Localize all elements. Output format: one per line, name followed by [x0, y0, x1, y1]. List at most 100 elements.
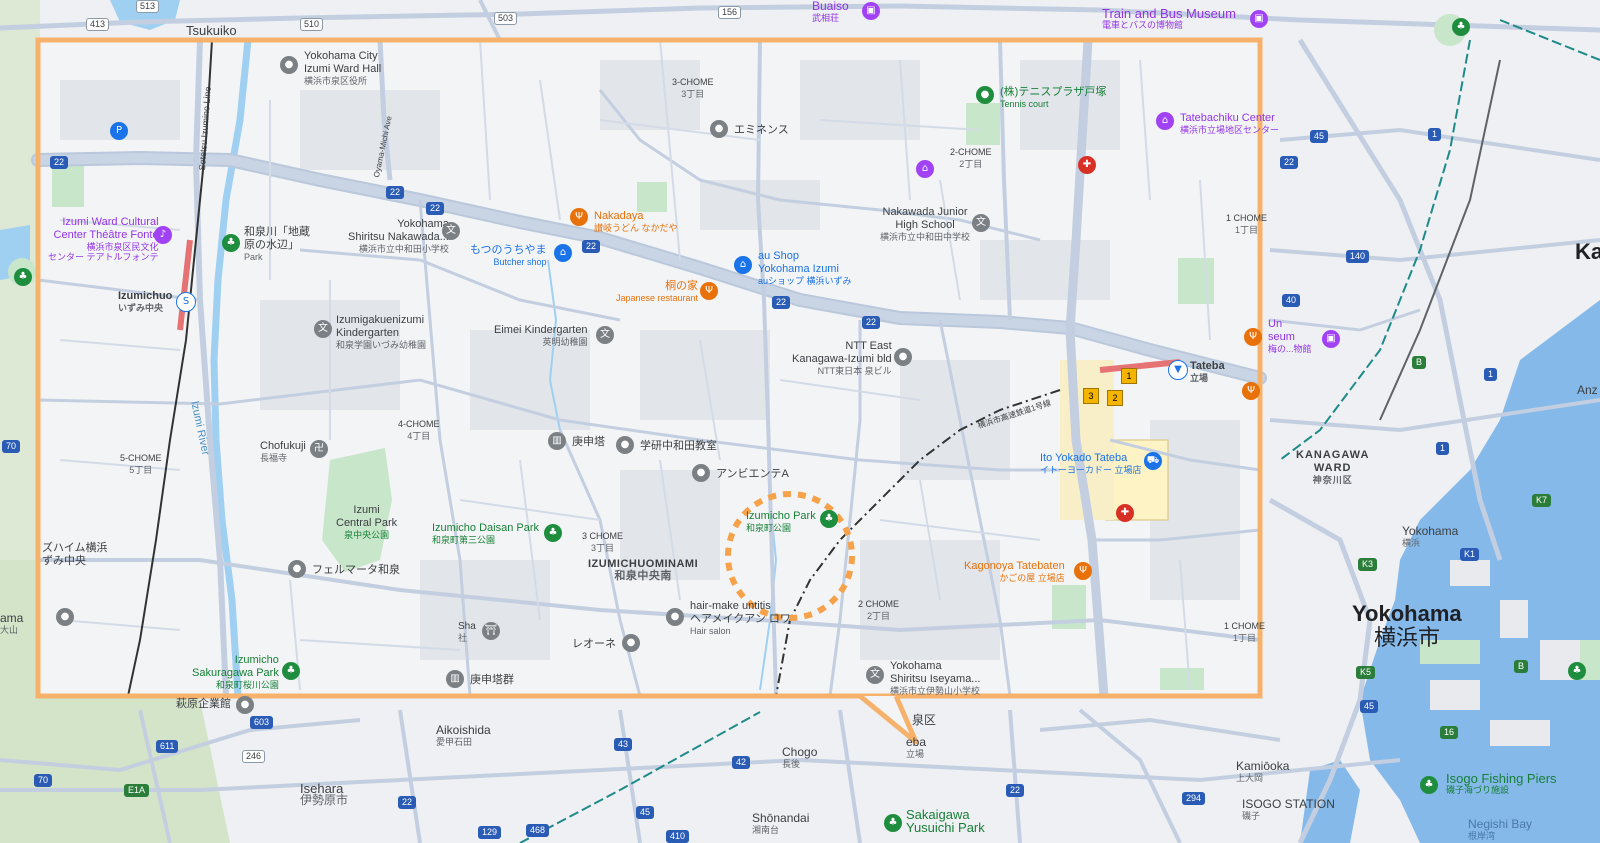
goshome-5-en: 5-CHOME	[120, 453, 162, 463]
kindergarten-icon[interactable]: 文	[314, 320, 332, 338]
izumigawa-en2: 原の水辺」	[244, 239, 299, 251]
ama-pin-icon[interactable]: ●	[56, 608, 74, 626]
chogo-jp: 長後	[782, 759, 801, 769]
temple-icon[interactable]: 卍	[310, 440, 328, 458]
un-museum-en2: seum	[1268, 331, 1295, 343]
route-shield: 603	[250, 716, 274, 729]
sancho-3-jp: 3丁目	[681, 89, 705, 99]
route-shield: 40	[1282, 294, 1301, 307]
koshinto-label: 庚申塔	[572, 436, 605, 448]
izumichuo-station-label: Izumichuo いずみ中央	[118, 290, 172, 313]
ntt-en2: Kanagawa-Izumi bld	[792, 353, 892, 365]
restaurant-right-icon[interactable]: Ψ	[1244, 328, 1262, 346]
isogo-station-label: ISOGO STATION 磯子	[1242, 798, 1335, 822]
station-exit-3[interactable]: 3	[1083, 388, 1099, 404]
park-right-icon[interactable]: ♣	[1568, 662, 1586, 680]
izumigawa-park-icon[interactable]: ♣	[222, 234, 240, 252]
route-shield: 45	[636, 806, 655, 819]
nakawada-school-en: Yokohama	[397, 218, 449, 230]
butcher-shop-icon[interactable]: ⌂	[554, 244, 572, 262]
route-shield: 503	[494, 12, 518, 25]
kikuhara-pin-icon[interactable]: ●	[236, 696, 254, 714]
info-left-icon[interactable]: P	[110, 122, 128, 140]
tateba-station-icon[interactable]: ▼	[1168, 360, 1188, 380]
hair-make-en: hair-make untitis	[690, 600, 771, 612]
ntt-pin-icon[interactable]: ●	[894, 348, 912, 366]
sakuragawa-en2: Sakuragawa Park	[192, 667, 279, 679]
park-left-outer-icon[interactable]: ♣	[14, 268, 32, 286]
nakadaya-icon[interactable]: Ψ	[570, 208, 588, 226]
izumigawa-en: 和泉川「地蔵	[244, 226, 310, 238]
nichome-2-bottom-jp: 2丁目	[867, 611, 891, 621]
park-top-right-icon[interactable]: ♣	[1452, 18, 1470, 36]
au-shop-icon[interactable]: ⌂	[734, 256, 752, 274]
eminence-pin-icon[interactable]: ●	[710, 120, 728, 138]
izumicho-park-en: Izumicho Park	[746, 510, 816, 522]
gakken-pin-icon[interactable]: ●	[616, 436, 634, 454]
sakaigawa-park-icon[interactable]: ♣	[884, 814, 902, 832]
eimei-label: Eimei Kindergarten 英明幼稚園	[494, 324, 588, 347]
tennis-court-icon[interactable]: ●	[976, 86, 994, 104]
koshintogun-icon[interactable]: ▥	[446, 670, 464, 688]
hospital-icon[interactable]: ✚	[1078, 156, 1096, 174]
sakaigawa-label: Sakaigawa Yusuichi Park	[906, 808, 985, 834]
eimei-jp: 英明幼稚園	[542, 337, 588, 347]
buaiso-jp: 武相荘	[812, 13, 840, 23]
eimei-icon[interactable]: 文	[596, 326, 614, 344]
station-exit-2[interactable]: 2	[1107, 390, 1123, 406]
tennis-jp: Tennis court	[1000, 99, 1049, 109]
leone-pin-icon[interactable]: ●	[622, 634, 640, 652]
tatebachiku-icon[interactable]: ⌂	[1156, 112, 1174, 130]
route-shield: 129	[478, 826, 502, 839]
train-museum-label: Train and Bus Museum 電車とバスの博物館	[1102, 7, 1236, 30]
route-shield: 42	[732, 756, 751, 769]
sakuragawa-en: Izumicho	[234, 654, 279, 666]
kirinoya-jp: Japanese restaurant	[616, 293, 699, 303]
buaiso-museum-icon[interactable]: ▣	[862, 2, 880, 20]
buaiso-label: Buaiso 武相荘	[812, 0, 849, 23]
goshome-5-jp: 5丁目	[129, 465, 153, 475]
nakawada-jh-en: Nakawada Junior	[882, 206, 968, 218]
isogo-fishing-icon[interactable]: ♣	[1420, 776, 1438, 794]
sakuragawa-icon[interactable]: ♣	[282, 662, 300, 680]
ambiente-label: アンビエンテA	[716, 468, 789, 480]
jh-school-icon[interactable]: 文	[972, 214, 990, 232]
izumichuominami-label: IZUMICHUOMINAMI 和泉中央南	[588, 558, 698, 582]
shrine-icon[interactable]: ⛩	[482, 622, 500, 640]
map-canvas[interactable]: Tsukuiko Buaiso 武相荘 ▣ Train and Bus Museu…	[0, 0, 1600, 843]
ward-hall-jp: 横浜市泉区役所	[304, 76, 368, 86]
train-museum-icon[interactable]: ▣	[1250, 10, 1268, 28]
route-shield: 294	[1182, 792, 1206, 805]
hospital-2-icon[interactable]: ✚	[1116, 504, 1134, 522]
felmata-pin-icon[interactable]: ●	[288, 560, 306, 578]
nichome-2-top-en: 2-CHOME	[950, 147, 992, 157]
izumichuo-station-icon[interactable]: S	[176, 292, 196, 312]
kagonoya-icon[interactable]: Ψ	[1074, 562, 1092, 580]
izumicho-park-jp: 和泉町公園	[746, 523, 792, 533]
izumicho-park-icon[interactable]: ♣	[820, 510, 838, 528]
ambiente-pin-icon[interactable]: ●	[692, 464, 710, 482]
route-shield: B	[1514, 660, 1529, 673]
shopping-cart-icon[interactable]: ⛟	[1144, 452, 1162, 470]
museum-small-icon[interactable]: ⌂	[916, 160, 934, 178]
tateba-label: Tateba 立場	[1190, 360, 1225, 383]
koshinto-icon[interactable]: ▥	[548, 432, 566, 450]
daisan-park-icon[interactable]: ♣	[544, 524, 562, 542]
route-22-shield: 22	[426, 202, 445, 215]
sancho-3-en: 3-CHOME	[672, 77, 714, 87]
hair-salon-pin-icon[interactable]: ●	[666, 608, 684, 626]
nakawada-jh-en2: High School	[895, 219, 955, 231]
kanagawa-ward-en2: WARD	[1313, 462, 1352, 474]
yonchome-4-jp: 4丁目	[407, 431, 431, 441]
un-museum-icon[interactable]: ▣	[1322, 330, 1340, 348]
central-park-jp: 泉中央公園	[344, 530, 390, 540]
tateba-en: Tateba	[1190, 360, 1225, 372]
cultural-center-icon[interactable]: ♪	[154, 226, 172, 244]
kirinoya-icon[interactable]: Ψ	[700, 282, 718, 300]
station-exit-1[interactable]: 1	[1121, 368, 1137, 384]
restaurant-right2-icon[interactable]: Ψ	[1242, 382, 1260, 400]
route-shield: 246	[242, 750, 266, 763]
ward-hall-pin-icon[interactable]: ●	[280, 56, 298, 74]
school-icon[interactable]: 文	[442, 222, 460, 240]
iseyama-school-icon[interactable]: 文	[866, 666, 884, 684]
